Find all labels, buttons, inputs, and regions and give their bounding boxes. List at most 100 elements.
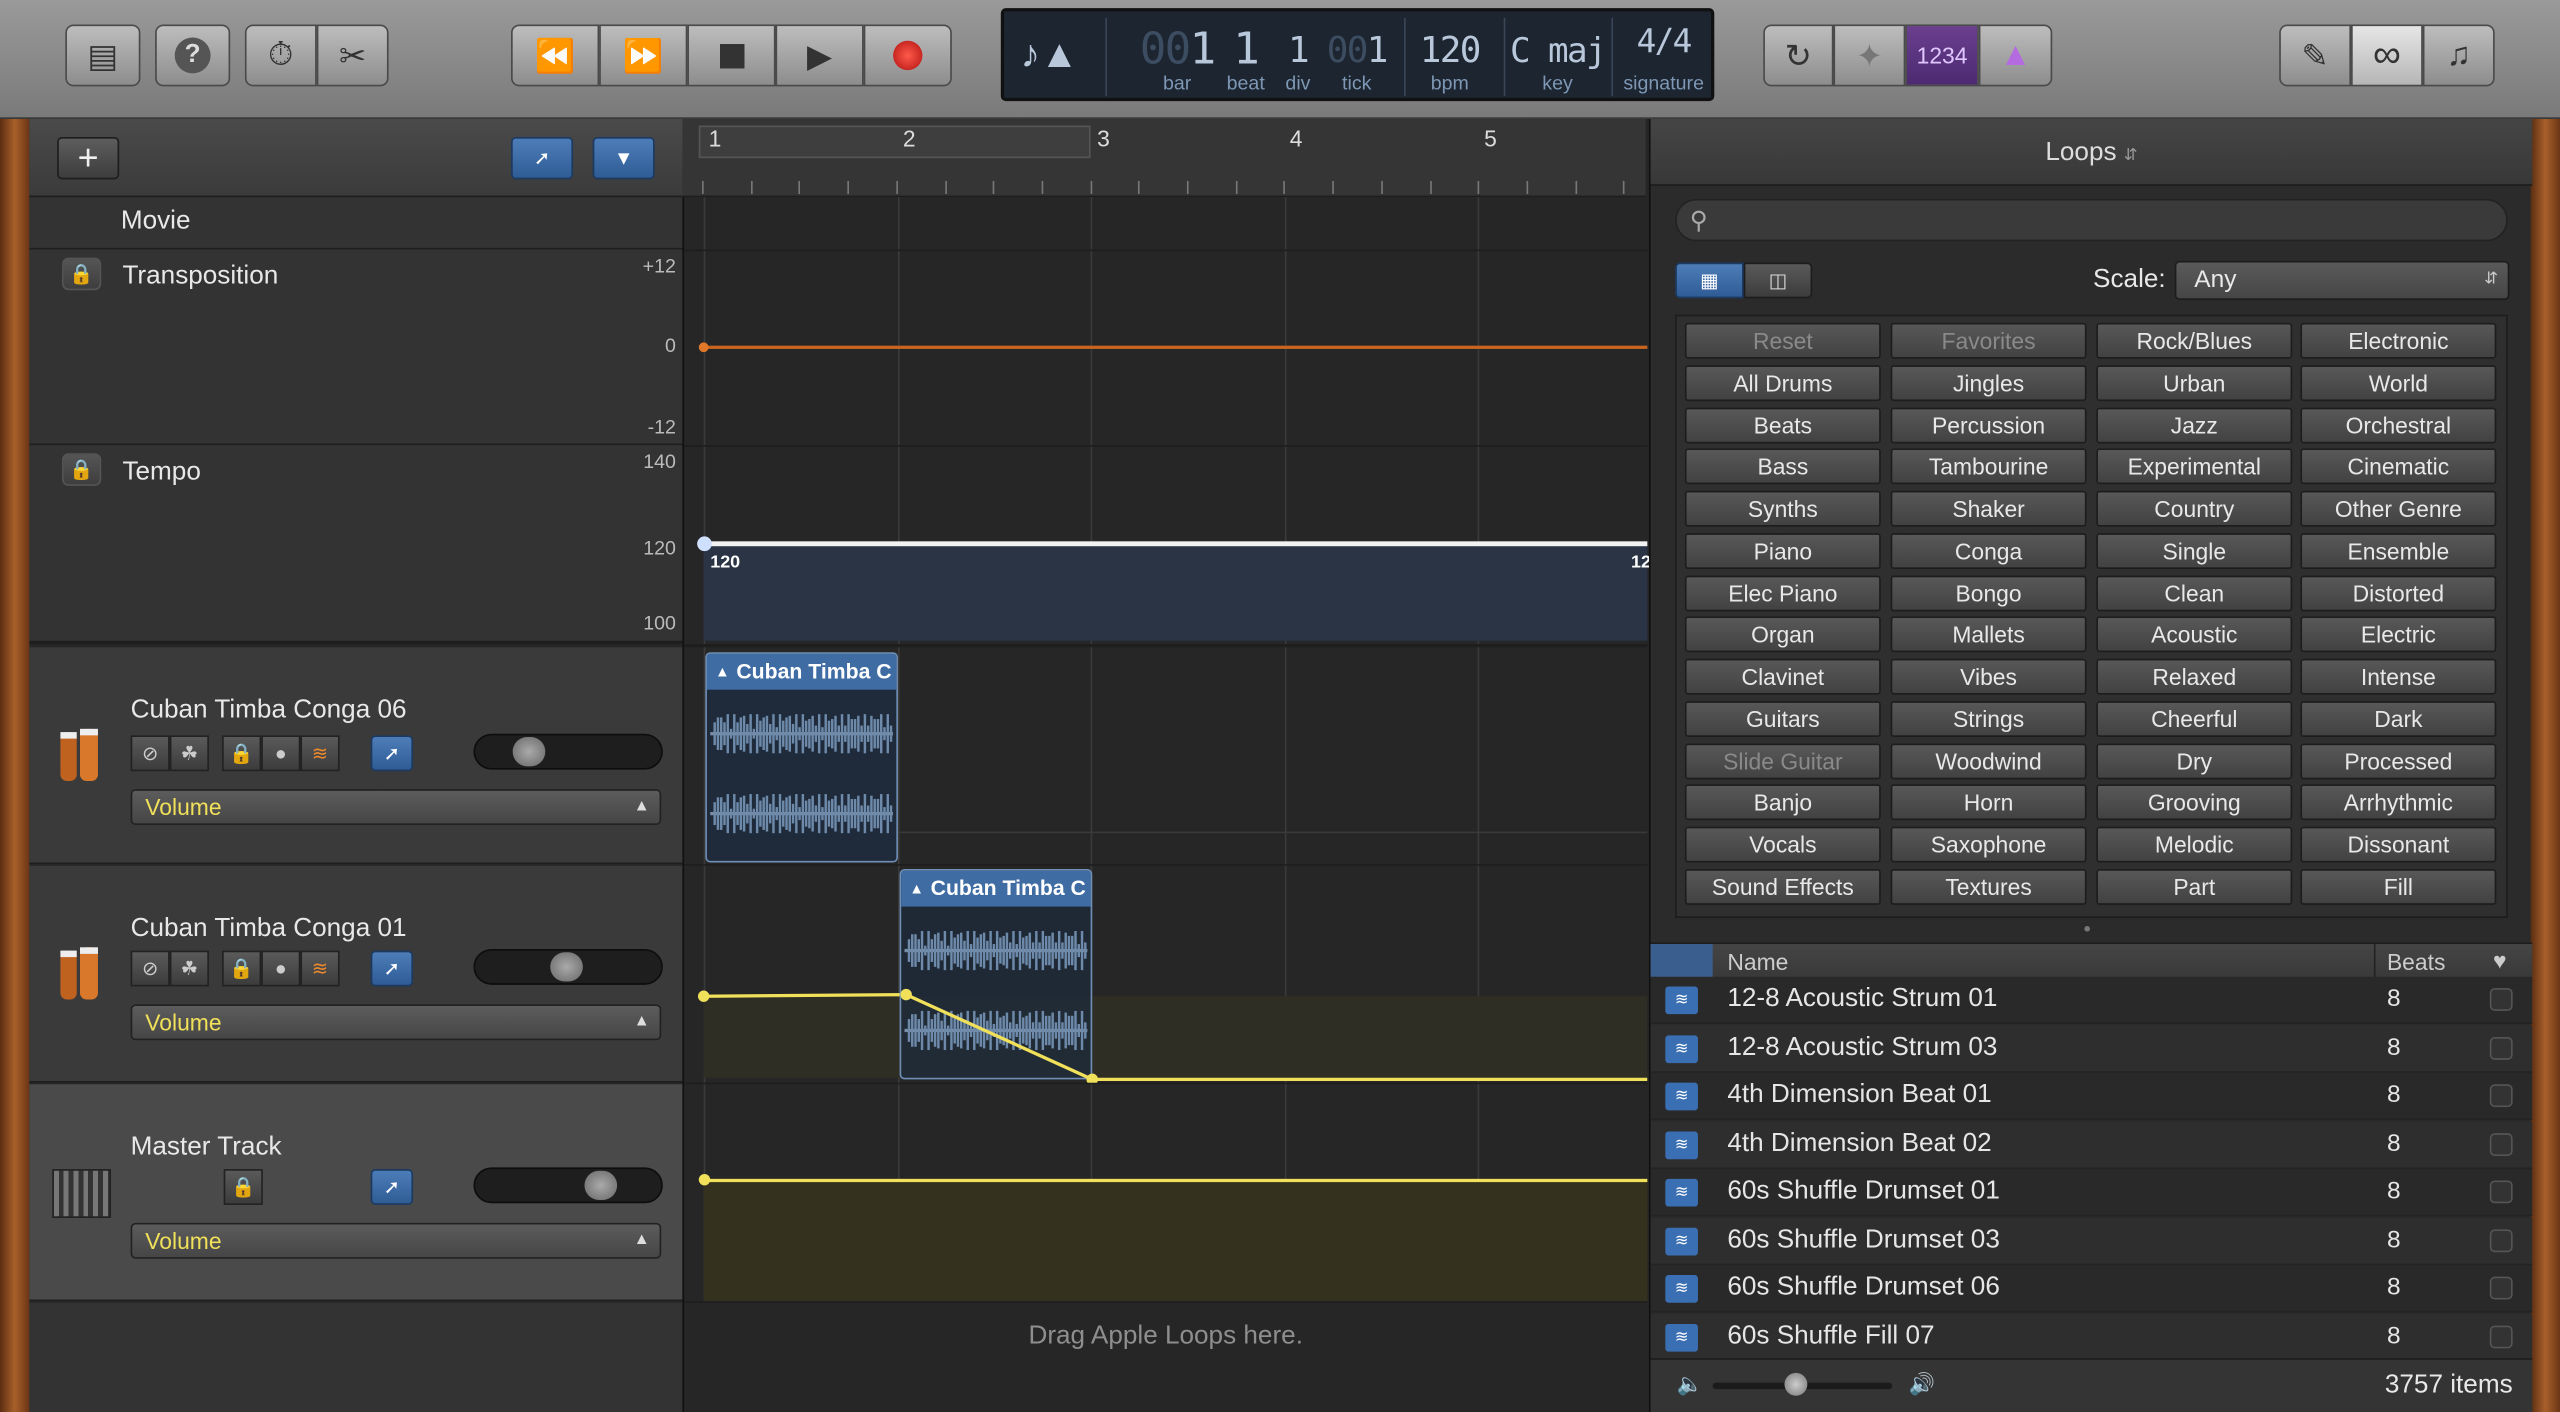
lcd-display[interactable]: ♪▲ 001 bar 1 beat 1 div 001 tick 120 bpm C ma… xyxy=(1000,8,1715,102)
volume-slider[interactable] xyxy=(473,948,663,985)
column-view-toggle[interactable]: ◫ xyxy=(1743,262,1813,299)
lcd-bpm[interactable]: 120 bpm xyxy=(1409,11,1491,97)
keyword-button[interactable]: Clean xyxy=(2096,574,2293,611)
waveform-icon[interactable]: ≋ xyxy=(1665,1130,1698,1159)
track-header-2[interactable]: Cuban Timba Conga 01 ⊘ ☘ 🔒 ● ≋ ➚ Volume ▲ xyxy=(29,865,683,1083)
keyword-button[interactable]: Saxophone xyxy=(1890,826,2087,863)
track-lock-button[interactable]: 🔒 xyxy=(222,950,262,987)
keyword-button[interactable]: Synths xyxy=(1684,490,1881,527)
keyword-button[interactable]: Tambourine xyxy=(1890,448,2087,485)
track-lane-1[interactable]: ▲ Cuban Timba C xyxy=(684,647,1648,866)
favorite-checkbox[interactable] xyxy=(2489,1132,2513,1156)
master-volume-line[interactable] xyxy=(703,1178,1648,1183)
volume-knob[interactable] xyxy=(513,736,546,767)
lcd-mode-icon[interactable]: ♪▲ xyxy=(1011,11,1102,97)
keyword-button[interactable]: Urban xyxy=(2096,364,2293,401)
transposition-lane[interactable] xyxy=(684,249,1648,447)
tempo-point[interactable] xyxy=(697,536,712,552)
master-volume-point[interactable] xyxy=(698,1173,711,1186)
keyword-button[interactable]: Bass xyxy=(1684,448,1881,485)
keyword-button[interactable]: Vibes xyxy=(1890,658,2087,695)
record-button[interactable] xyxy=(863,24,952,87)
keyword-button[interactable]: Guitars xyxy=(1684,700,1881,737)
favorite-checkbox[interactable] xyxy=(2489,1036,2513,1059)
keyword-button[interactable]: World xyxy=(2300,364,2497,401)
preview-column-header[interactable] xyxy=(1650,944,1713,979)
keyword-button[interactable]: Favorites xyxy=(1890,322,2087,359)
tempo-track-header[interactable]: 🔒 Tempo 140 120 100 xyxy=(29,445,683,645)
add-track-button[interactable]: + xyxy=(57,136,120,180)
keyword-button[interactable]: All Drums xyxy=(1684,364,1881,401)
tracks-area[interactable]: 120 12 ▲ Cuban Timba C ▲ Cuban Timba C Dra… xyxy=(682,197,1651,1412)
count-in-button[interactable]: 1234 xyxy=(1905,24,1979,87)
track-lane-2[interactable]: ▲ Cuban Timba C xyxy=(684,866,1648,1085)
lcd-signature[interactable]: 4/4 signature xyxy=(1615,11,1713,97)
favorite-checkbox[interactable] xyxy=(2489,1084,2513,1108)
keyword-button[interactable]: Relaxed xyxy=(2096,658,2293,695)
track-name[interactable]: Master Track xyxy=(131,1133,282,1162)
help-button[interactable]: ? xyxy=(155,24,231,87)
waveform-icon[interactable]: ≋ xyxy=(1665,1275,1698,1303)
preview-volume-slider[interactable] xyxy=(1712,1372,1893,1396)
keyword-button[interactable]: Jingles xyxy=(1890,364,2087,401)
track-name[interactable]: Cuban Timba Conga 01 xyxy=(131,915,407,944)
keyword-button[interactable]: Organ xyxy=(1684,616,1881,653)
transposition-track-header[interactable]: 🔒 Transposition +12 0 -12 xyxy=(29,249,683,446)
audio-region[interactable]: ▲ Cuban Timba C xyxy=(705,652,898,863)
loop-row[interactable]: ≋ 60s Shuffle Drumset 03 8 xyxy=(1650,1217,2533,1265)
notepad-button[interactable]: ✎ xyxy=(2279,24,2352,87)
waveform-icon[interactable]: ≋ xyxy=(1665,1226,1698,1255)
favorite-heart-icon[interactable]: ♥ xyxy=(2493,947,2507,973)
transposition-point[interactable] xyxy=(698,342,709,353)
keyword-button[interactable]: Percussion xyxy=(1890,406,2087,443)
keyword-button[interactable]: Woodwind xyxy=(1890,742,2087,779)
keyword-button[interactable]: Vocals xyxy=(1684,826,1881,863)
flex-toggle-button[interactable]: ▼ xyxy=(592,136,655,180)
loop-row[interactable]: ≋ 4th Dimension Beat 01 8 xyxy=(1650,1072,2533,1121)
keyword-button[interactable]: Beats xyxy=(1684,406,1881,443)
keyword-button[interactable]: Clavinet xyxy=(1684,658,1881,695)
mute-button[interactable]: ⊘ xyxy=(130,950,170,987)
scale-select[interactable]: Any ⇵ xyxy=(2174,260,2510,301)
transposition-lock-button[interactable]: 🔒 xyxy=(62,257,102,291)
solo-button[interactable]: ☘ xyxy=(169,950,209,987)
keyword-button[interactable]: Distorted xyxy=(2300,574,2497,611)
name-column-header[interactable]: Name xyxy=(1727,949,1788,975)
tuner-button[interactable]: ✦ xyxy=(1833,24,1906,87)
automation-parameter-select[interactable]: Volume ▲ xyxy=(130,1004,662,1041)
waveform-icon[interactable]: ≋ xyxy=(1665,1178,1698,1207)
waveform-icon[interactable]: ≋ xyxy=(1665,1034,1698,1063)
keyword-button[interactable]: Acoustic xyxy=(2096,616,2293,653)
keyword-button[interactable]: Processed xyxy=(2300,742,2497,779)
button-view-toggle[interactable]: ▦ xyxy=(1675,262,1744,299)
record-enable-button[interactable]: ● xyxy=(261,735,301,772)
cycle-region[interactable] xyxy=(698,125,1091,159)
media-browser-button[interactable]: ♫ xyxy=(2422,24,2495,87)
keyword-button[interactable]: Banjo xyxy=(1684,784,1881,821)
beats-column-header[interactable]: Beats xyxy=(2387,949,2445,975)
master-track-header[interactable]: Master Track 🔒 ➚ Volume ▲ xyxy=(29,1084,683,1302)
automation-parameter-select[interactable]: Volume ▲ xyxy=(130,789,662,826)
keyword-button[interactable]: Dissonant xyxy=(2300,826,2497,863)
editors-button[interactable]: ✂ xyxy=(316,24,389,87)
favorite-checkbox[interactable] xyxy=(2489,1324,2513,1348)
keyword-button[interactable]: Arrhythmic xyxy=(2300,784,2497,821)
keyword-button[interactable]: Part xyxy=(2096,868,2293,905)
track-lock-button[interactable]: 🔒 xyxy=(223,1169,263,1205)
waveform-icon[interactable]: ≋ xyxy=(1665,1323,1698,1351)
keyword-button[interactable]: Horn xyxy=(1890,784,2087,821)
loop-row[interactable]: ≋ 60s Shuffle Drumset 01 8 xyxy=(1650,1169,2533,1217)
keyword-button[interactable]: Strings xyxy=(1890,700,2087,737)
keyword-button[interactable]: Experimental xyxy=(2096,448,2293,485)
loop-row[interactable]: ≋ 12-8 Acoustic Strum 03 8 xyxy=(1650,1024,2533,1073)
track-automation-button[interactable]: ➚ xyxy=(370,1169,414,1205)
keyword-button[interactable]: Mallets xyxy=(1890,616,2087,653)
track-header-1[interactable]: Cuban Timba Conga 06 ⊘ ☘ 🔒 ● ≋ ➚ Volume ▲ xyxy=(29,647,683,865)
automation-parameter-select[interactable]: Volume ▲ xyxy=(130,1222,662,1259)
volume-slider[interactable] xyxy=(473,1167,663,1204)
loops-title[interactable]: Loops ⇵ xyxy=(1651,139,2533,168)
keyword-button[interactable]: Elec Piano xyxy=(1684,574,1881,611)
keyword-button[interactable]: Electronic xyxy=(2300,322,2497,359)
record-enable-button[interactable]: ● xyxy=(261,950,301,987)
loop-row[interactable]: ≋ 12-8 Acoustic Strum 01 8 xyxy=(1650,976,2533,1024)
